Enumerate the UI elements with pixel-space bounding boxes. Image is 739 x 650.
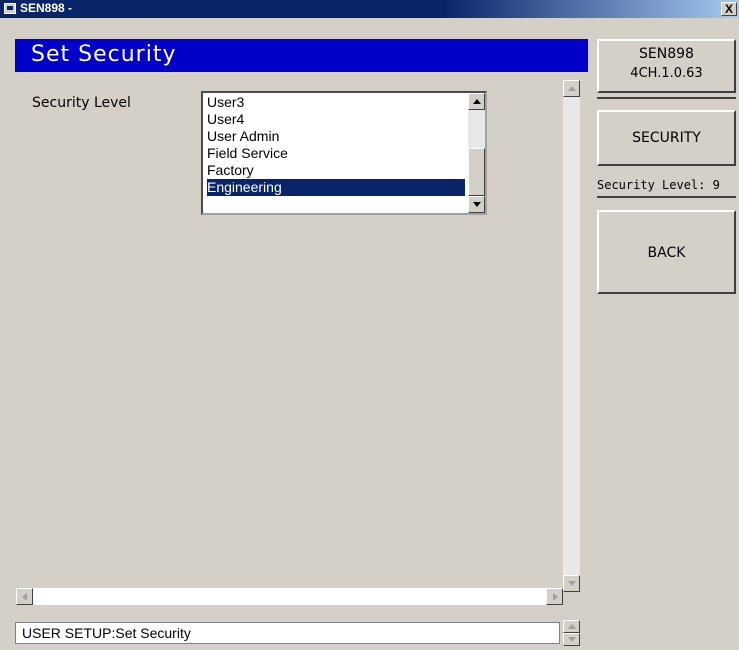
main-scroll-up-button[interactable] [563, 80, 580, 97]
version-line-2: 4CH.1.0.63 [630, 66, 703, 81]
title-bar[interactable]: SEN898 - X [0, 0, 739, 18]
main-vertical-scrollbar[interactable] [563, 80, 580, 592]
sidebar-divider [597, 97, 736, 99]
listbox-scroll-down-button[interactable] [468, 196, 485, 213]
version-line-1: SEN898 [639, 46, 694, 62]
close-button[interactable]: X [721, 2, 737, 16]
main-horizontal-scrollbar[interactable] [16, 588, 563, 605]
main-scroll-down-button[interactable] [563, 575, 580, 592]
arrow-down-icon [568, 637, 576, 642]
security-level-listbox[interactable]: User3 User4 User Admin Field Service Fac… [201, 91, 487, 215]
listbox-scroll-up-button[interactable] [468, 93, 485, 110]
status-text: USER SETUP:Set Security [22, 625, 191, 641]
security-level-readout: Security Level: 9 [597, 178, 720, 192]
sidebar-divider [597, 196, 736, 198]
list-item-factory[interactable]: Factory [207, 162, 465, 179]
status-spinner[interactable] [563, 620, 580, 646]
status-bar: USER SETUP:Set Security [15, 622, 560, 644]
security-level-label: Security Level [32, 95, 131, 111]
list-item-user-admin[interactable]: User Admin [207, 128, 465, 145]
main-scroll-right-button[interactable] [546, 588, 563, 605]
arrow-down-icon [473, 202, 481, 207]
arrow-up-icon [568, 86, 576, 91]
arrow-up-icon [568, 624, 576, 629]
app-window-icon[interactable] [4, 3, 16, 14]
listbox-scrollbar[interactable] [468, 93, 485, 213]
back-button[interactable]: BACK [597, 210, 736, 294]
content-panel: Security Level User3 User4 User Admin Fi… [15, 72, 588, 595]
list-item-user4[interactable]: User4 [207, 111, 465, 128]
list-item-engineering[interactable]: Engineering [207, 179, 465, 196]
listbox-scroll-thumb[interactable] [468, 148, 485, 196]
list-item-user3[interactable]: User3 [207, 94, 465, 111]
arrow-left-icon [22, 593, 27, 601]
list-item-field-service[interactable]: Field Service [207, 145, 465, 162]
app-window: SEN898 - X Set Security Security Level U… [0, 0, 739, 650]
page-title: Set Security [31, 42, 177, 67]
security-button[interactable]: SECURITY [597, 110, 736, 166]
version-display: SEN898 4CH.1.0.63 [597, 39, 736, 93]
main-scroll-left-button[interactable] [16, 588, 33, 605]
arrow-up-icon [473, 99, 481, 104]
arrow-down-icon [568, 581, 576, 586]
status-spin-up-button[interactable] [563, 620, 580, 633]
arrow-right-icon [553, 593, 558, 601]
window-title: SEN898 - [20, 1, 73, 15]
page-header: Set Security [15, 39, 588, 72]
status-spin-down-button[interactable] [563, 633, 580, 646]
